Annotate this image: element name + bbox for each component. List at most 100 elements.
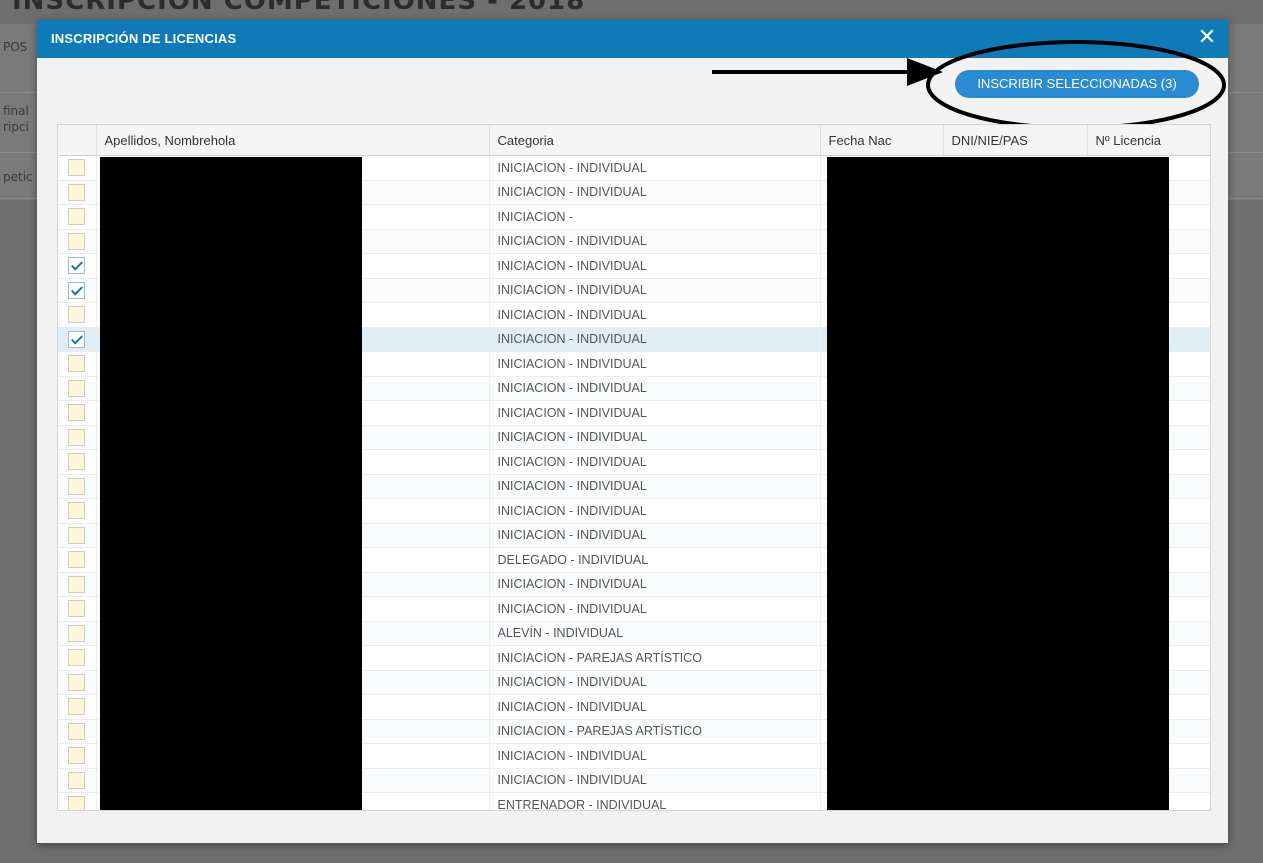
row-select-cell	[58, 449, 97, 475]
row-select-cell	[58, 596, 97, 622]
row-select-cell	[58, 376, 97, 401]
category-cell: INICIACION - INDIVIDUAL	[489, 400, 821, 426]
modal-header: INSCRIPCIÓN DE LICENCIAS ✕	[37, 20, 1228, 58]
row-checkbox[interactable]	[68, 722, 86, 740]
category-cell: INICIACION -	[489, 204, 821, 230]
row-checkbox[interactable]	[68, 404, 86, 422]
category-cell: INICIACION - INDIVIDUAL	[489, 768, 821, 793]
redaction-block-names	[100, 157, 362, 810]
row-checkbox[interactable]	[68, 502, 86, 520]
row-select-cell	[58, 400, 97, 426]
row-checkbox[interactable]	[68, 575, 86, 593]
row-checkbox[interactable]	[68, 379, 86, 397]
column-header-select	[58, 125, 97, 156]
column-header-category[interactable]: Categoria	[489, 125, 821, 156]
enroll-selected-button[interactable]: INSCRIBIR SELECCIONADAS (3)	[955, 70, 1199, 98]
background-fragment: final	[3, 104, 29, 118]
row-checkbox[interactable]	[68, 208, 86, 226]
category-cell: INICIACION - PAREJAS ARTÍSTICO	[489, 719, 821, 744]
category-cell: ALEVÍN - INDIVIDUAL	[489, 621, 821, 646]
background-fragment: ripci	[3, 120, 29, 134]
row-select-cell	[58, 670, 97, 695]
column-header-id-document[interactable]: DNI/NIE/PAS	[943, 125, 1088, 156]
background-fragment: petic	[3, 170, 33, 184]
row-checkbox[interactable]	[68, 232, 86, 250]
category-cell: INICIACION - INDIVIDUAL	[489, 278, 821, 303]
row-select-cell	[58, 278, 97, 303]
licenses-table: Apellidos, Nombrehola Categoria Fecha Na…	[57, 124, 1211, 811]
row-select-cell	[58, 719, 97, 744]
category-cell: INICIACION - INDIVIDUAL	[489, 572, 821, 597]
table-header-row: Apellidos, Nombrehola Categoria Fecha Na…	[58, 125, 1210, 156]
row-checkbox[interactable]	[68, 257, 86, 275]
row-checkbox[interactable]	[68, 306, 86, 324]
row-checkbox[interactable]	[68, 428, 86, 446]
row-select-cell	[58, 351, 97, 377]
category-cell: DELEGADO - INDIVIDUAL	[489, 547, 821, 573]
close-icon[interactable]: ✕	[1196, 26, 1218, 50]
category-cell: INICIACION - INDIVIDUAL	[489, 670, 821, 695]
background-page-title: INSCRIPCIÓN COMPETICIONES - 2018	[12, 0, 586, 16]
row-checkbox[interactable]	[68, 747, 86, 765]
row-select-cell	[58, 204, 97, 230]
row-checkbox[interactable]	[68, 551, 86, 569]
row-select-cell	[58, 621, 97, 646]
row-select-cell	[58, 302, 97, 328]
row-checkbox[interactable]	[68, 796, 86, 810]
category-cell: INICIACION - INDIVIDUAL	[489, 474, 821, 499]
category-cell: INICIACION - INDIVIDUAL	[489, 155, 821, 181]
category-cell: INICIACION - PAREJAS ARTÍSTICO	[489, 645, 821, 671]
modal-title: INSCRIPCIÓN DE LICENCIAS	[51, 31, 237, 46]
row-select-cell	[58, 253, 97, 279]
background-fragment: POS	[3, 40, 28, 54]
row-select-cell	[58, 327, 97, 352]
row-checkbox[interactable]	[68, 183, 86, 201]
row-checkbox[interactable]	[68, 673, 86, 691]
row-select-cell	[58, 572, 97, 597]
category-cell: INICIACION - INDIVIDUAL	[489, 253, 821, 279]
row-checkbox[interactable]	[68, 649, 86, 667]
row-select-cell	[58, 474, 97, 499]
row-select-cell	[58, 694, 97, 720]
category-cell: ENTRENADOR - INDIVIDUAL	[489, 792, 821, 810]
category-cell: INICIACION - INDIVIDUAL	[489, 229, 821, 254]
column-header-license-number[interactable]: Nº Licencia	[1087, 125, 1210, 156]
category-cell: INICIACION - INDIVIDUAL	[489, 376, 821, 401]
row-checkbox[interactable]	[68, 477, 86, 495]
category-cell: INICIACION - INDIVIDUAL	[489, 523, 821, 548]
row-checkbox[interactable]	[68, 453, 86, 471]
row-checkbox[interactable]	[68, 600, 86, 618]
row-select-cell	[58, 547, 97, 573]
category-cell: INICIACION - INDIVIDUAL	[489, 180, 821, 205]
column-header-birthdate[interactable]: Fecha Nac	[820, 125, 944, 156]
category-cell: INICIACION - INDIVIDUAL	[489, 302, 821, 328]
category-cell: INICIACION - INDIVIDUAL	[489, 498, 821, 524]
redaction-block-personal-data	[827, 157, 1169, 810]
row-checkbox[interactable]	[68, 355, 86, 373]
category-cell: INICIACION - INDIVIDUAL	[489, 596, 821, 622]
row-select-cell	[58, 498, 97, 524]
row-select-cell	[58, 155, 97, 181]
category-cell: INICIACION - INDIVIDUAL	[489, 425, 821, 450]
category-cell: INICIACION - INDIVIDUAL	[489, 449, 821, 475]
row-select-cell	[58, 180, 97, 205]
row-select-cell	[58, 743, 97, 769]
category-cell: INICIACION - INDIVIDUAL	[489, 694, 821, 720]
category-cell: INICIACION - INDIVIDUAL	[489, 743, 821, 769]
row-checkbox[interactable]	[68, 624, 86, 642]
row-checkbox[interactable]	[68, 698, 86, 716]
row-checkbox[interactable]	[68, 526, 86, 544]
category-cell: INICIACION - INDIVIDUAL	[489, 351, 821, 377]
row-checkbox[interactable]	[68, 330, 86, 348]
row-select-cell	[58, 425, 97, 450]
row-checkbox[interactable]	[68, 159, 86, 177]
row-select-cell	[58, 645, 97, 671]
licenses-modal: INSCRIPCIÓN DE LICENCIAS ✕ INSCRIBIR SEL…	[37, 20, 1228, 843]
column-header-name[interactable]: Apellidos, Nombrehola	[96, 125, 490, 156]
annotation-arrow-head	[907, 58, 943, 86]
row-select-cell	[58, 768, 97, 793]
row-select-cell	[58, 792, 97, 810]
row-checkbox[interactable]	[68, 281, 86, 299]
row-checkbox[interactable]	[68, 771, 86, 789]
row-select-cell	[58, 229, 97, 254]
